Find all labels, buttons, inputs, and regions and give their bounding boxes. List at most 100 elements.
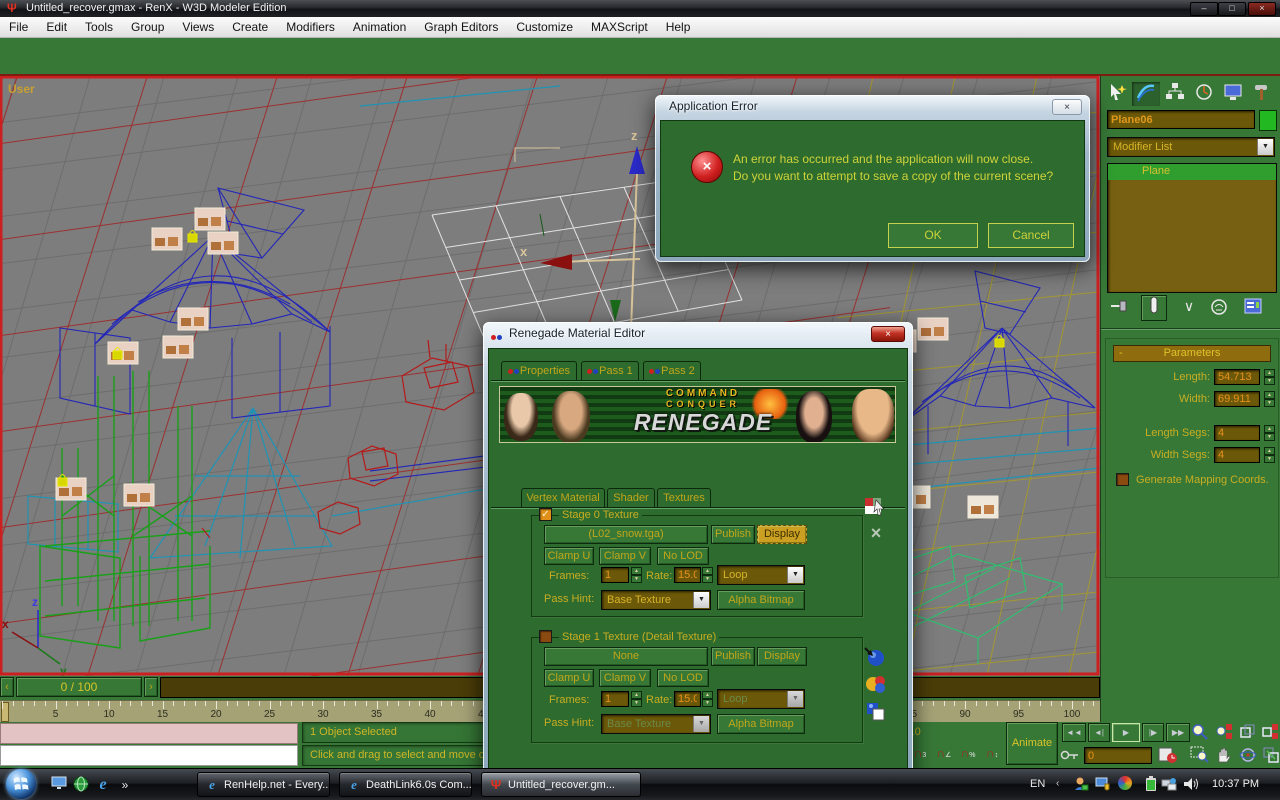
tab-vertex-material[interactable]: Vertex Material [521,488,605,508]
tab-pass-1[interactable]: Pass 1 [581,361,639,381]
texture-picker-icon[interactable] [863,496,889,520]
security-tray-icon[interactable] [1094,776,1112,794]
close-button[interactable]: × [1248,2,1276,16]
menu-customize[interactable]: Customize [507,17,582,38]
language-indicator[interactable]: EN [1030,778,1045,790]
stage0-checkbox[interactable]: ✓ [539,508,552,521]
stage1-display-button[interactable]: Display [757,647,807,666]
menu-file[interactable]: File [0,17,37,38]
quick-launch-expand-icon[interactable]: » [116,776,134,794]
chevron-down-icon[interactable]: ▼ [693,592,709,608]
time-configuration-icon[interactable] [1158,746,1180,765]
globe-launcher-icon[interactable] [72,776,90,794]
width-segs-spinner[interactable]: ▲▼ [1264,447,1275,463]
stage1-checkbox[interactable] [539,630,552,643]
tab-motion-icon[interactable] [1190,82,1218,106]
close-icon[interactable]: × [871,326,905,342]
length-segs-field[interactable] [1214,425,1260,441]
length-segs-spinner[interactable]: ▲▼ [1264,425,1275,441]
object-color-swatch[interactable] [1259,110,1277,131]
zoom-all-icon[interactable] [1214,723,1235,742]
tab-modify-icon[interactable] [1132,82,1160,106]
cancel-button[interactable]: Cancel [988,223,1074,248]
stage1-rate-field[interactable] [674,691,701,707]
menu-maxscript[interactable]: MAXScript [582,17,657,38]
tab-create-icon[interactable] [1103,82,1131,106]
width-segs-field[interactable] [1214,447,1260,463]
tab-properties[interactable]: Properties [501,361,577,381]
tab-utilities-icon[interactable] [1248,82,1276,106]
pan-icon[interactable] [1214,746,1235,765]
generate-mapping-checkbox[interactable] [1116,473,1129,486]
previous-frame-icon[interactable]: ◄| [1088,723,1110,742]
zoom-extents-icon[interactable] [1238,723,1259,742]
frame-back-button[interactable]: ‹ [0,677,14,697]
stage0-frames-spinner[interactable]: ▲▼ [631,567,642,583]
stage0-texture-button[interactable]: (L02_snow.tga) [544,525,708,544]
make-unique-icon[interactable]: ∨ [1177,298,1201,318]
arc-rotate-icon[interactable] [1238,746,1259,765]
object-name-field[interactable] [1107,110,1255,129]
network-icon[interactable] [1160,776,1178,794]
go-to-start-icon[interactable]: ◄◄ [1062,723,1086,742]
stage0-clamp-u-button[interactable]: Clamp U [544,547,594,565]
tab-display-icon[interactable] [1219,82,1247,106]
zoom-icon[interactable] [1190,723,1211,742]
tab-pass-2[interactable]: Pass 2 [643,361,701,381]
menu-edit[interactable]: Edit [37,17,76,38]
stage0-rate-spinner[interactable]: ▲▼ [702,567,713,583]
stage0-no-lod-button[interactable]: No LOD [657,547,709,565]
updates-tray-icon[interactable] [1116,776,1134,794]
stage0-clamp-v-button[interactable]: Clamp V [599,547,651,565]
collapse-icon[interactable]: - [1119,346,1123,360]
title-bar[interactable]: Ψ Untitled_recover.gmax - RenX - W3D Mod… [0,0,1280,17]
tab-textures[interactable]: Textures [657,488,711,508]
layered-textures-icon[interactable] [863,700,889,724]
modifier-stack[interactable]: Plane [1107,163,1277,293]
stage0-alpha-bitmap-button[interactable]: Alpha Bitmap [717,590,805,610]
percent-snap-icon[interactable]: ∩% [958,746,978,765]
zoom-extents-all-icon[interactable] [1262,723,1280,742]
key-mode-icon[interactable] [1060,746,1080,765]
stage1-rate-spinner[interactable]: ▲▼ [702,691,713,707]
menu-views[interactable]: Views [173,17,223,38]
material-editor-dialog[interactable]: Renegade Material Editor × Properties Pa… [483,322,913,800]
stage1-alpha-bitmap-button[interactable]: Alpha Bitmap [717,714,805,734]
viewport-label[interactable]: User [8,82,35,96]
animate-button[interactable]: Animate [1006,722,1058,765]
error-dialog[interactable]: Application Error × × An error has occur… [655,95,1090,262]
taskbar-task-3[interactable]: ΨUntitled_recover.gm... [481,772,641,797]
battery-icon[interactable] [1142,776,1160,794]
stage0-frames-field[interactable] [601,567,629,583]
show-desktop-icon[interactable] [50,776,68,794]
next-frame-icon[interactable]: |▶ [1142,723,1164,742]
show-end-result-icon[interactable] [1141,295,1167,321]
modifier-list-dropdown[interactable]: Modifier List▼ [1107,137,1275,157]
snap-toggle-icon[interactable]: ∩3 [910,746,930,765]
sync-material-icon[interactable] [863,646,889,670]
angle-snap-icon[interactable]: ∩∠ [934,746,954,765]
messenger-tray-icon[interactable] [1072,776,1090,794]
stage1-texture-button[interactable]: None [544,647,708,666]
frame-display[interactable]: 0 / 100 [16,677,142,697]
delete-texture-icon[interactable]: × [863,522,889,546]
parameters-rollout-header[interactable]: - Parameters [1113,345,1271,362]
maxscript-mini-listener-white[interactable] [0,745,298,766]
stage0-anim-mode-dropdown[interactable]: Loop▼ [717,565,805,585]
menu-animation[interactable]: Animation [344,17,415,38]
volume-icon[interactable] [1182,776,1200,794]
stage1-clamp-v-button[interactable]: Clamp V [599,669,651,687]
configure-modifier-sets-icon[interactable] [1241,298,1265,318]
stage0-publish-button[interactable]: Publish [711,525,755,544]
pin-stack-icon[interactable] [1107,298,1131,318]
length-field[interactable] [1214,369,1260,385]
region-zoom-icon[interactable] [1190,746,1211,765]
clock[interactable]: 10:37 PM [1212,778,1259,790]
chevron-down-icon[interactable]: ▼ [787,567,803,583]
menu-tools[interactable]: Tools [76,17,122,38]
menu-modifiers[interactable]: Modifiers [277,17,344,38]
min-max-toggle-icon[interactable] [1262,746,1280,765]
length-spinner[interactable]: ▲▼ [1264,369,1275,385]
menu-help[interactable]: Help [657,17,700,38]
stage1-frames-field[interactable] [601,691,629,707]
